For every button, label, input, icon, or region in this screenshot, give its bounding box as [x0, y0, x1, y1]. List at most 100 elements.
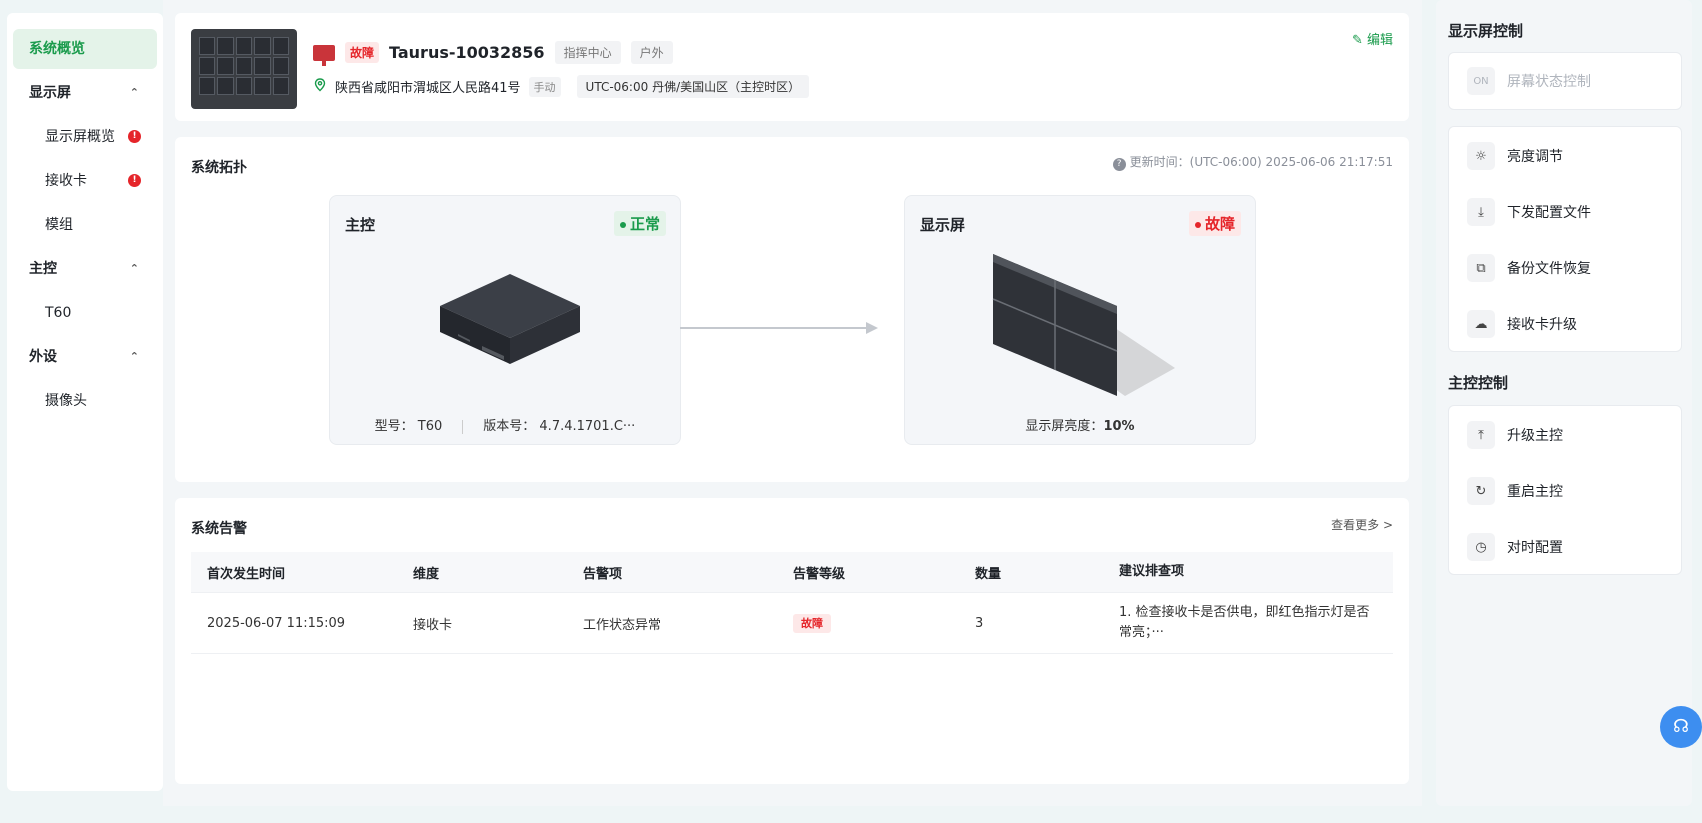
- screen-control-title: 显示屏控制: [1448, 22, 1524, 40]
- tag: 户外: [630, 41, 673, 64]
- sidebar-item-label: 主控: [29, 261, 57, 277]
- restart-controller-button[interactable]: ↻ 重启主控: [1449, 463, 1681, 519]
- download-icon: ⤓: [1467, 198, 1495, 226]
- node-title: 显示屏: [920, 216, 966, 234]
- brightness-label: 显示屏亮度：: [1025, 419, 1104, 434]
- column-header: 告警项: [583, 566, 623, 582]
- question-icon: ?: [1112, 158, 1126, 171]
- status-badge: 故障: [345, 42, 380, 63]
- screen-actions-box: ☼ 亮度调节 ⤓ 下发配置文件 ⧉ 备份文件恢复 ☁ 接收卡升级: [1448, 126, 1682, 352]
- chevron-up-icon: ⌃: [129, 86, 139, 99]
- sidebar-item-label: 接收卡: [45, 173, 87, 189]
- column-header: 数量: [975, 566, 1002, 582]
- cell-dimension: 接收卡: [413, 617, 453, 633]
- sidebar-item-label: 显示屏: [29, 85, 71, 101]
- edit-button[interactable]: ✎ 编辑: [1352, 29, 1393, 48]
- clock-icon: ◷: [1467, 533, 1495, 561]
- restore-icon: ⧉: [1467, 254, 1495, 282]
- sidebar: 系统概览 显示屏 ⌃ 显示屏概览! 接收卡! 模组 主控 ⌃ T60 外设 ⌃ 摄像头: [7, 13, 163, 791]
- screen-state-label: 屏幕状态控制: [1507, 74, 1591, 90]
- status-text: 正常: [629, 215, 660, 233]
- sidebar-item-module[interactable]: 模组: [13, 205, 157, 245]
- column-header: 建议排查项: [1119, 564, 1185, 579]
- brightness-value: 10%: [1103, 419, 1135, 434]
- edit-label: 编辑: [1366, 33, 1393, 48]
- view-more-link[interactable]: 查看更多 >: [1331, 516, 1393, 533]
- sidebar-item-overview[interactable]: 系统概览: [13, 29, 157, 69]
- device-name: Taurus-10032856: [389, 43, 545, 62]
- sidebar-group-peripherals[interactable]: 外设 ⌃: [13, 337, 157, 377]
- sun-icon: ☼: [1467, 142, 1495, 170]
- backup-restore-button[interactable]: ⧉ 备份文件恢复: [1449, 240, 1681, 296]
- update-time-text: 更新时间：(UTC-06:00) 2025-06-06 21:17:51: [1129, 155, 1393, 169]
- cell-suggestion: 1. 检查接收卡是否供电，即红色指示灯是否常亮；···: [1119, 605, 1370, 640]
- table-row[interactable]: 2025-06-07 11:15:09 接收卡 工作状态异常 故障 3 1. 检…: [191, 593, 1393, 654]
- sidebar-group-controller[interactable]: 主控 ⌃: [13, 249, 157, 289]
- screen-state-control[interactable]: ON 屏幕状态控制: [1449, 53, 1681, 109]
- controller-model: 型号： T60: [374, 419, 443, 434]
- tag: 指挥中心: [554, 41, 621, 64]
- action-label: 重启主控: [1507, 484, 1563, 500]
- column-header: 首次发生时间: [207, 566, 286, 582]
- send-config-button[interactable]: ⤓ 下发配置文件: [1449, 184, 1681, 240]
- device-thumbnail: [191, 29, 297, 109]
- restart-icon: ↻: [1467, 477, 1495, 505]
- device-address: 陕西省咸阳市渭城区人民路41号: [335, 81, 521, 96]
- alerts-table: 首次发生时间 维度 告警项 告警等级 数量 建议排查项 2025-06-07 1…: [191, 552, 1393, 654]
- section-title: 系统拓扑: [191, 160, 247, 176]
- action-label: 接收卡升级: [1507, 317, 1577, 333]
- display-screen-image: [992, 254, 1175, 396]
- status-text: 故障: [1204, 215, 1235, 233]
- controller-control-title: 主控控制: [1448, 374, 1509, 392]
- node-title: 主控: [345, 216, 376, 234]
- sidebar-item-label: 显示屏概览: [45, 129, 115, 145]
- action-label: 备份文件恢复: [1507, 261, 1591, 277]
- status-badge: 正常: [613, 211, 666, 236]
- sidebar-item-camera[interactable]: 摄像头: [13, 381, 157, 421]
- sidebar-item-t60[interactable]: T60: [13, 293, 157, 333]
- chevron-up-icon: ⌃: [129, 350, 139, 363]
- sidebar-item-display-overview[interactable]: 显示屏概览!: [13, 117, 157, 157]
- action-label: 升级主控: [1507, 428, 1563, 444]
- view-more-label: 查看更多: [1331, 518, 1380, 532]
- support-headset-icon[interactable]: ☊: [1660, 706, 1702, 748]
- controller-device-image: [440, 274, 580, 364]
- display-node[interactable]: 显示屏 故障 显示屏亮度：10%: [904, 195, 1256, 445]
- section-title: 系统告警: [191, 521, 247, 537]
- table-header: 首次发生时间 维度 告警项 告警等级 数量 建议排查项: [191, 552, 1393, 593]
- display-info: 显示屏亮度：10%: [905, 415, 1255, 434]
- update-time: ? 更新时间：(UTC-06:00) 2025-06-06 21:17:51: [1112, 153, 1393, 171]
- sidebar-item-receiver-card[interactable]: 接收卡!: [13, 161, 157, 201]
- error-icon: !: [128, 174, 141, 187]
- pencil-icon: ✎: [1351, 33, 1363, 48]
- cloud-upload-icon: ☁: [1467, 310, 1495, 338]
- connection-arrow: [680, 322, 878, 334]
- cell-level: 故障: [793, 614, 975, 633]
- sidebar-item-label: 外设: [29, 349, 57, 365]
- power-on-icon: ON: [1467, 67, 1495, 95]
- controller-node[interactable]: 主控 正常 型号： T60 版本号： 4.7.4.1701.C···: [329, 195, 681, 445]
- cell-count: 3: [975, 615, 984, 631]
- screen-state-box: ON 屏幕状态控制: [1448, 52, 1682, 110]
- brightness-adjust-button[interactable]: ☼ 亮度调节: [1449, 128, 1681, 184]
- level-badge: 故障: [793, 614, 831, 633]
- upload-icon: ⤒: [1467, 421, 1495, 449]
- sidebar-item-label: 系统概览: [29, 41, 85, 57]
- time-sync-button[interactable]: ◷ 对时配置: [1449, 519, 1681, 575]
- sidebar-item-label: 模组: [45, 217, 73, 233]
- sidebar-group-display[interactable]: 显示屏 ⌃: [13, 73, 157, 113]
- action-label: 对时配置: [1507, 540, 1563, 556]
- chevron-right-icon: >: [1382, 518, 1393, 532]
- action-label: 下发配置文件: [1507, 205, 1591, 221]
- receiver-upgrade-button[interactable]: ☁ 接收卡升级: [1449, 296, 1681, 352]
- led-screen-icon: [313, 44, 335, 66]
- cell-time: 2025-06-07 11:15:09: [207, 615, 346, 631]
- address-mode-tag: 手动: [528, 76, 561, 97]
- chevron-up-icon: ⌃: [129, 262, 139, 275]
- status-badge: 故障: [1188, 211, 1241, 236]
- sidebar-item-label: 摄像头: [45, 393, 87, 409]
- upgrade-controller-button[interactable]: ⤒ 升级主控: [1449, 407, 1681, 463]
- sidebar-item-label: T60: [45, 305, 72, 321]
- column-header: 维度: [413, 566, 440, 582]
- action-label: 亮度调节: [1507, 149, 1563, 165]
